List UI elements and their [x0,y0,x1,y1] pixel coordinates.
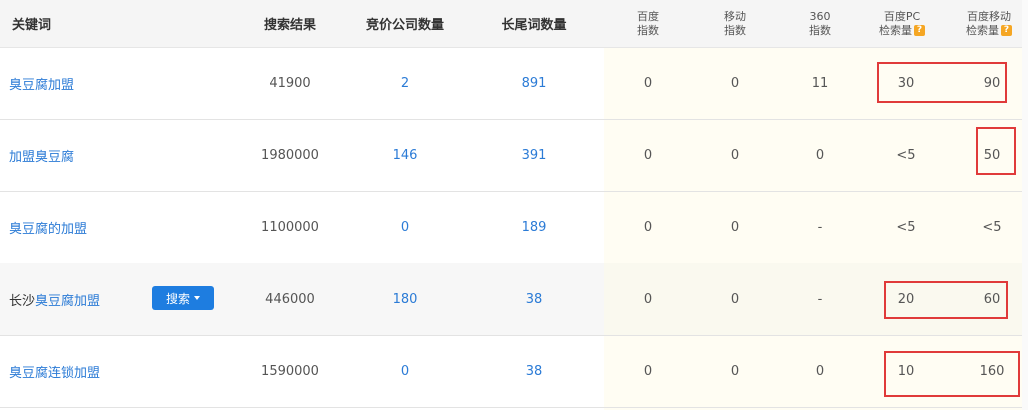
index-360-value: 0 [815,363,825,379]
header-bid-companies[interactable]: 竞价公司数量 [345,0,465,47]
mobile-index-value: 0 [730,291,740,307]
keyword-table: 关键词 搜索结果 竞价公司数量 长尾词数量 百度 指数 移动 指数 360 指数… [0,0,1028,410]
longtail-link[interactable]: 38 [474,335,594,407]
baidu-index-value: 0 [643,291,653,307]
header-mobile-volume[interactable]: 百度移动 检索量? [948,0,1028,47]
keyword-main: 臭豆腐加盟 [35,293,101,309]
header-baidu-index-line2: 指数 [637,23,659,37]
header-pc-volume-line1: 百度PC [883,9,921,23]
table-row-hovered: 长沙 臭豆腐加盟 搜索 446000 180 38 0 0 - 20 60 [0,263,1028,336]
header-keyword[interactable]: 关键词 [0,0,172,47]
mobile-index-value: 0 [730,75,740,91]
header-mobile-volume-line2-wrap: 检索量? [966,24,1012,38]
bid-companies-link[interactable]: 146 [345,119,465,191]
header-mobile-volume-line1: 百度移动 [967,9,1011,23]
mobile-index-value: 0 [730,219,740,235]
caret-down-icon [194,296,200,300]
highlight-box [884,281,1008,319]
longtail-link[interactable]: 38 [474,263,594,335]
index-360-value: 11 [811,75,829,91]
results-count: 1100000 [261,219,319,235]
help-icon[interactable]: ? [914,25,925,36]
header-mobile-index-line2: 指数 [724,23,746,37]
bid-companies-link[interactable]: 0 [345,335,465,407]
header-baidu-index[interactable]: 百度 指数 [604,0,692,47]
header-360-index-line1: 360 [809,9,831,23]
bid-companies-link[interactable]: 2 [345,47,465,119]
pc-volume-value: <5 [896,147,916,163]
header-baidu-index-line1: 百度 [637,9,659,23]
header-mobile-index-line1: 移动 [724,9,746,23]
results-count: 1980000 [261,147,319,163]
keyword-prefix: 长沙 [9,293,36,309]
results-count: 446000 [265,291,315,307]
header-pc-volume[interactable]: 百度PC 检索量? [862,0,942,47]
table-row: 臭豆腐的加盟 1100000 0 189 0 0 - <5 <5 [0,191,1028,264]
highlight-box [976,127,1016,175]
search-dropdown-button[interactable]: 搜索 [152,286,214,310]
keyword-link[interactable]: 加盟臭豆腐 [0,119,159,191]
table-row: 臭豆腐连锁加盟 1590000 0 38 0 0 0 10 160 [0,335,1028,408]
table-row: 臭豆腐加盟 41900 2 891 0 0 11 30 90 [0,47,1028,120]
table-header: 关键词 搜索结果 竞价公司数量 长尾词数量 百度 指数 移动 指数 360 指数… [0,0,1028,48]
table-row: 加盟臭豆腐 1980000 146 391 0 0 0 <5 50 [0,119,1028,192]
header-360-index[interactable]: 360 指数 [778,0,862,47]
keyword-link[interactable]: 臭豆腐加盟 [0,47,159,119]
mobile-index-value: 0 [730,147,740,163]
baidu-index-value: 0 [643,75,653,91]
header-results[interactable]: 搜索结果 [240,0,340,47]
bid-companies-link[interactable]: 0 [345,191,465,263]
index-360-value: 0 [815,147,825,163]
baidu-index-value: 0 [643,147,653,163]
highlight-box [884,351,1020,397]
header-mobile-index[interactable]: 移动 指数 [692,0,778,47]
header-longtail[interactable]: 长尾词数量 [474,0,594,47]
header-pc-volume-line2-wrap: 检索量? [879,24,925,38]
baidu-index-value: 0 [643,363,653,379]
scrollbar-track[interactable] [1022,0,1028,410]
keyword-link[interactable]: 臭豆腐的加盟 [0,191,159,263]
highlight-box [877,62,1007,103]
results-count: 41900 [269,75,311,91]
search-button-label: 搜索 [165,291,190,306]
index-360-value: - [817,291,823,307]
header-360-index-line2: 指数 [809,23,831,37]
longtail-link[interactable]: 189 [474,191,594,263]
header-pc-volume-line2: 检索量 [879,23,912,37]
results-count: 1590000 [261,363,319,379]
bid-companies-link[interactable]: 180 [345,263,465,335]
index-360-value: - [817,219,823,235]
baidu-index-value: 0 [643,219,653,235]
header-mobile-volume-line2: 检索量 [966,23,999,37]
mobile-volume-value: <5 [982,219,1002,235]
pc-volume-value: <5 [896,219,916,235]
longtail-link[interactable]: 391 [474,119,594,191]
longtail-link[interactable]: 891 [474,47,594,119]
help-icon[interactable]: ? [1001,25,1012,36]
keyword-link[interactable]: 臭豆腐连锁加盟 [0,335,159,407]
keyword-link[interactable]: 长沙 臭豆腐加盟 [0,263,159,335]
mobile-index-value: 0 [730,363,740,379]
